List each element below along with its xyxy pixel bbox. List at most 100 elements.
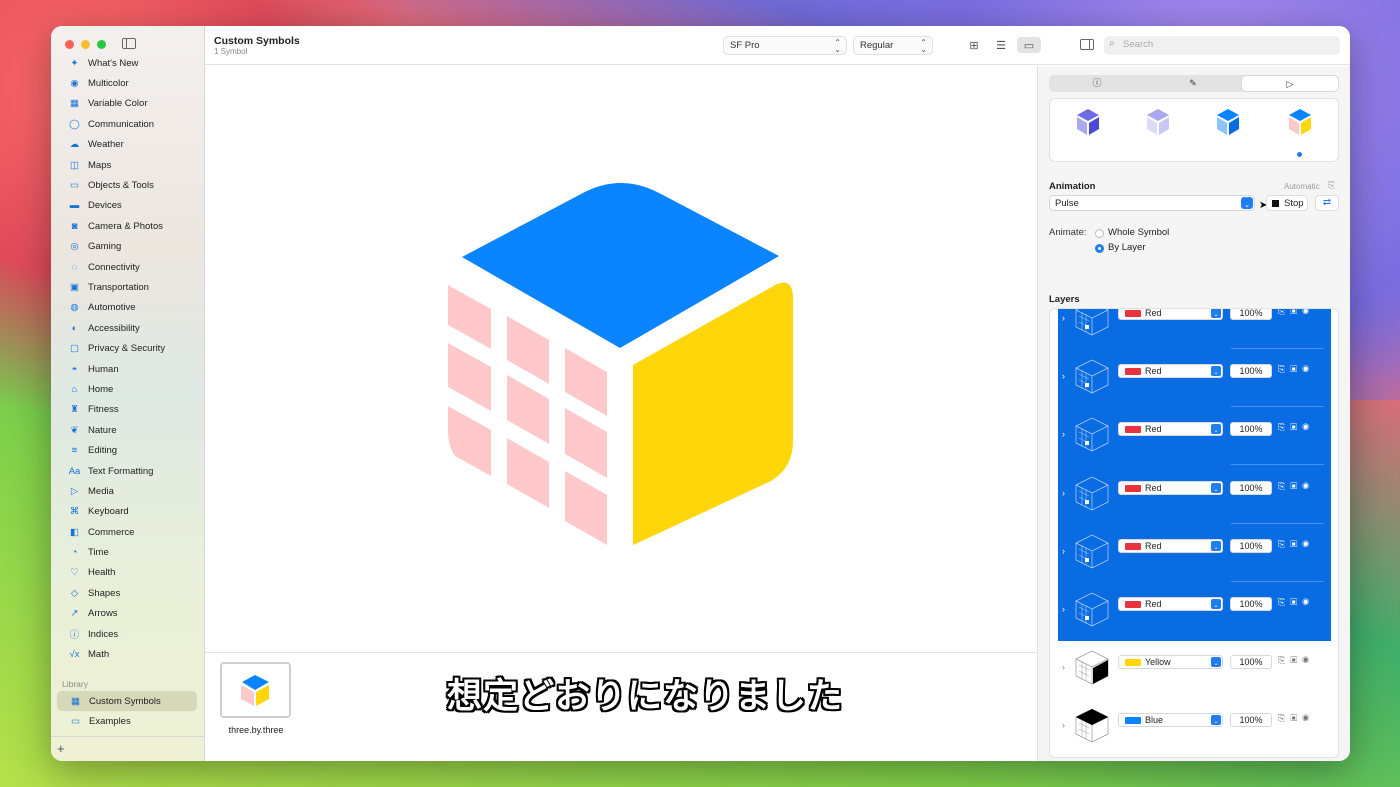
layer-display-icon[interactable]: ▣ (1290, 597, 1302, 607)
grid-view-icon[interactable]: ⊞ (964, 37, 984, 53)
tab-annotate[interactable]: ✎ (1145, 75, 1241, 92)
layer-opacity-field[interactable]: 100% (1230, 597, 1272, 611)
layer-opacity-field[interactable]: 100% (1230, 422, 1272, 437)
radio-by-layer[interactable] (1095, 244, 1104, 253)
sidebar-item-arrows[interactable]: ↗ Arrows (51, 604, 205, 624)
layer-toggle-icon[interactable]: ◉ (1302, 597, 1314, 607)
layer-display-icon[interactable]: ▣ (1290, 364, 1302, 374)
layer-toggle-icon[interactable]: ◉ (1302, 364, 1314, 374)
layer-row[interactable]: › Red ⌃ ⌄ 100% ⎘▣◉ (1050, 309, 1338, 349)
duplicate-icon[interactable]: ⎘ (1278, 655, 1290, 665)
hierarchical-rendering-icon[interactable] (1143, 107, 1173, 137)
sidebar-item-privacy-security[interactable]: ▢ Privacy & Security (51, 338, 205, 358)
sidebar-item-multicolor[interactable]: ◉ Multicolor (51, 73, 205, 93)
duplicate-icon[interactable]: ⎘ (1278, 539, 1290, 549)
layer-color-popup[interactable]: Blue ⌃ ⌄ (1118, 713, 1223, 728)
sidebar-item-human[interactable]: ◓ Human (51, 359, 205, 379)
symbol-thumbnail[interactable] (220, 662, 291, 718)
sidebar-item-math[interactable]: √x Math (51, 644, 205, 664)
stop-button[interactable]: Stop (1266, 195, 1308, 211)
sidebar-item-health[interactable]: ♡ Health (51, 563, 205, 583)
sidebar-item-keyboard[interactable]: ⌘ Keyboard (51, 502, 205, 522)
repeat-icon[interactable]: ⇄ (1315, 195, 1339, 211)
monochrome-rendering-icon[interactable] (1073, 107, 1103, 137)
sidebar-item-media[interactable]: ▷ Media (51, 481, 205, 501)
layer-opacity-field[interactable]: 100% (1230, 309, 1272, 320)
layer-display-icon[interactable]: ▣ (1290, 309, 1302, 316)
layer-row[interactable]: › Red ⌃ ⌄ 100% ⎘▣◉ (1050, 582, 1338, 640)
tab-info[interactable]: ⓘ (1049, 75, 1145, 92)
sidebar-item-communication[interactable]: ◯ Communication (51, 114, 205, 134)
tab-animation[interactable]: ▷ (1242, 76, 1338, 91)
disclosure-chevron-icon[interactable]: › (1062, 313, 1065, 323)
layer-row[interactable]: › Red ⌃ ⌄ 100% ⎘▣◉ (1050, 407, 1338, 466)
layer-opacity-field[interactable]: 100% (1230, 713, 1272, 728)
duplicate-icon[interactable]: ⎘ (1278, 422, 1290, 432)
sidebar-item-home[interactable]: ⌂ Home (51, 379, 205, 399)
layer-color-popup[interactable]: Yellow ⌃ ⌄ (1118, 655, 1223, 670)
layer-toggle-icon[interactable]: ◉ (1302, 655, 1314, 665)
layer-display-icon[interactable]: ▣ (1290, 539, 1302, 549)
layer-display-icon[interactable]: ▣ (1290, 481, 1302, 491)
palette-rendering-icon[interactable] (1213, 107, 1243, 137)
sidebar-item-time[interactable]: ◔ Time (51, 542, 205, 562)
sidebar-item-commerce[interactable]: ◧ Commerce (51, 522, 205, 542)
sidebar-item-text-formatting[interactable]: Aa Text Formatting (51, 461, 205, 481)
sidebar-item-connectivity[interactable]: ◌ Connectivity (51, 257, 205, 277)
sidebar-item-accessibility[interactable]: ◐ Accessibility (51, 318, 205, 338)
gallery-view-icon[interactable]: ▭ (1017, 37, 1041, 53)
sidebar-item-objects-tools[interactable]: ▭ Objects & Tools (51, 175, 205, 195)
layer-toggle-icon[interactable]: ◉ (1302, 713, 1314, 723)
layer-display-icon[interactable]: ▣ (1290, 422, 1302, 432)
layer-opacity-field[interactable]: 100% (1230, 655, 1272, 670)
close-button[interactable] (65, 40, 74, 49)
disclosure-chevron-icon[interactable]: › (1062, 488, 1065, 498)
layer-row[interactable]: › Red ⌃ ⌄ 100% ⎘▣◉ (1050, 524, 1338, 582)
layer-color-popup[interactable]: Red ⌃ ⌄ (1118, 364, 1223, 379)
layer-color-popup[interactable]: Red ⌃ ⌄ (1118, 538, 1223, 553)
sidebar-item-fitness[interactable]: ♜ Fitness (51, 400, 205, 420)
multicolor-rendering-icon[interactable] (1285, 107, 1315, 137)
sidebar-item-maps[interactable]: ◫ Maps (51, 155, 205, 175)
layer-toggle-icon[interactable]: ◉ (1302, 539, 1314, 549)
effect-popup[interactable]: Pulse ⌃ ⌄ (1049, 195, 1255, 211)
layer-display-icon[interactable]: ▣ (1290, 655, 1302, 665)
disclosure-chevron-icon[interactable]: › (1062, 429, 1065, 439)
font-popup[interactable]: SF Pro ⌃ ⌄ (723, 36, 847, 55)
layer-color-popup[interactable]: Red ⌃ ⌄ (1118, 480, 1223, 495)
sidebar-item-gaming[interactable]: ◎ Gaming (51, 237, 205, 257)
duplicate-icon[interactable]: ⎘ (1278, 364, 1290, 374)
disclosure-chevron-icon[interactable]: › (1062, 662, 1065, 672)
layer-toggle-icon[interactable]: ◉ (1302, 481, 1314, 491)
layer-color-popup[interactable]: Red ⌃ ⌄ (1118, 309, 1223, 320)
sidebar-item-devices[interactable]: ▬ Devices (51, 196, 205, 216)
disclosure-chevron-icon[interactable]: › (1062, 720, 1065, 730)
sidebar-item-what-s-new[interactable]: ✦ What's New (51, 53, 205, 73)
layer-row[interactable]: › Yellow ⌃ ⌄ 100% ⎘▣◉ (1050, 640, 1338, 698)
sidebar-item-indices[interactable]: ⓘ Indices (51, 624, 205, 644)
search-field[interactable]: ⌕ Search (1104, 36, 1340, 55)
inspector-toggle-icon[interactable] (1080, 39, 1094, 50)
sidebar-item-shapes[interactable]: ◇ Shapes (51, 583, 205, 603)
sidebar-item-automotive[interactable]: ◍ Automotive (51, 298, 205, 318)
layer-color-popup[interactable]: Red ⌃ ⌄ (1118, 422, 1223, 437)
layer-toggle-icon[interactable]: ◉ (1302, 422, 1314, 432)
layer-row[interactable]: › Blue ⌃ ⌄ 100% ⎘▣◉ (1050, 698, 1338, 756)
layer-toggle-icon[interactable]: ◉ (1302, 309, 1314, 316)
library-item-custom-symbols[interactable]: ▦ Custom Symbols (57, 691, 197, 711)
minimize-button[interactable] (81, 40, 90, 49)
sidebar-item-weather[interactable]: ☁ Weather (51, 135, 205, 155)
copy-icon[interactable]: ⎘ (1328, 180, 1335, 191)
layer-display-icon[interactable]: ▣ (1290, 713, 1302, 723)
duplicate-icon[interactable]: ⎘ (1278, 713, 1290, 723)
sidebar-toggle-icon[interactable] (122, 38, 136, 49)
sidebar-item-camera-photos[interactable]: ◙ Camera & Photos (51, 216, 205, 236)
library-item-examples[interactable]: ▭ Examples (57, 711, 197, 731)
duplicate-icon[interactable]: ⎘ (1278, 309, 1290, 316)
layer-opacity-field[interactable]: 100% (1230, 538, 1272, 553)
sidebar-item-transportation[interactable]: ▣ Transportation (51, 277, 205, 297)
zoom-button[interactable] (97, 40, 106, 49)
weight-popup[interactable]: Regular ⌃ ⌄ (853, 36, 933, 55)
disclosure-chevron-icon[interactable]: › (1062, 546, 1065, 556)
duplicate-icon[interactable]: ⎘ (1278, 481, 1290, 491)
